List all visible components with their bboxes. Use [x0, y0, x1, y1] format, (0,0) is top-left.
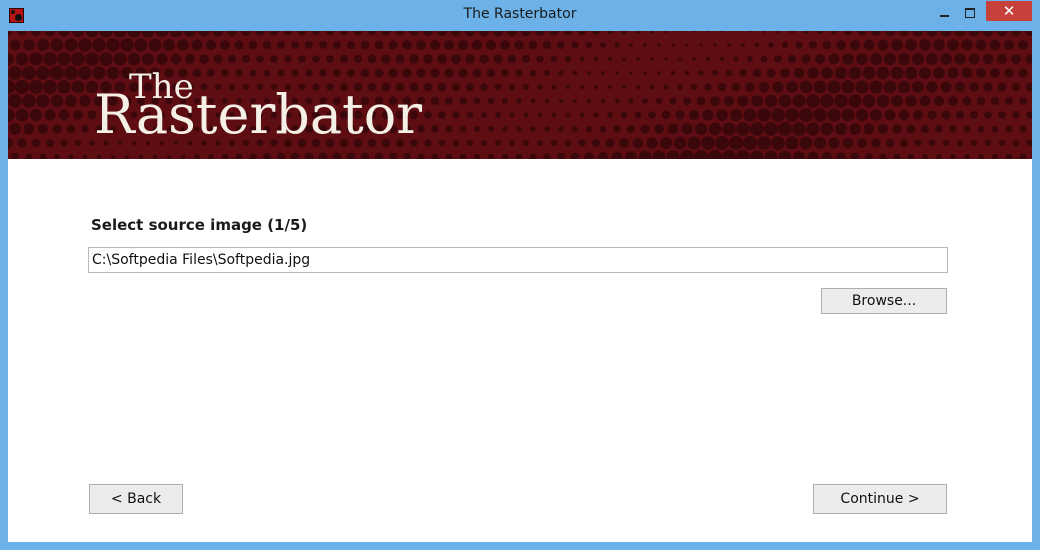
close-icon[interactable]: ✕ [986, 1, 1032, 21]
step-title: Select source image (1/5) [91, 216, 308, 234]
title-bar[interactable]: The Rasterbator ✕ [0, 0, 1040, 31]
minimize-icon[interactable] [932, 4, 956, 22]
continue-button[interactable]: Continue > [813, 484, 947, 514]
logo-rasterbator: Rasterbator [94, 83, 423, 146]
browse-button[interactable]: Browse... [821, 288, 947, 314]
back-button[interactable]: < Back [89, 484, 183, 514]
window-title: The Rasterbator [463, 6, 577, 22]
header-banner: The Rasterbator [8, 31, 1032, 159]
client-area: The Rasterbator Select source image (1/5… [8, 31, 1032, 542]
maximize-icon[interactable] [958, 4, 982, 22]
source-path-input[interactable] [88, 247, 948, 273]
app-window: The Rasterbator ✕ The Rasterbator Select… [0, 0, 1040, 550]
